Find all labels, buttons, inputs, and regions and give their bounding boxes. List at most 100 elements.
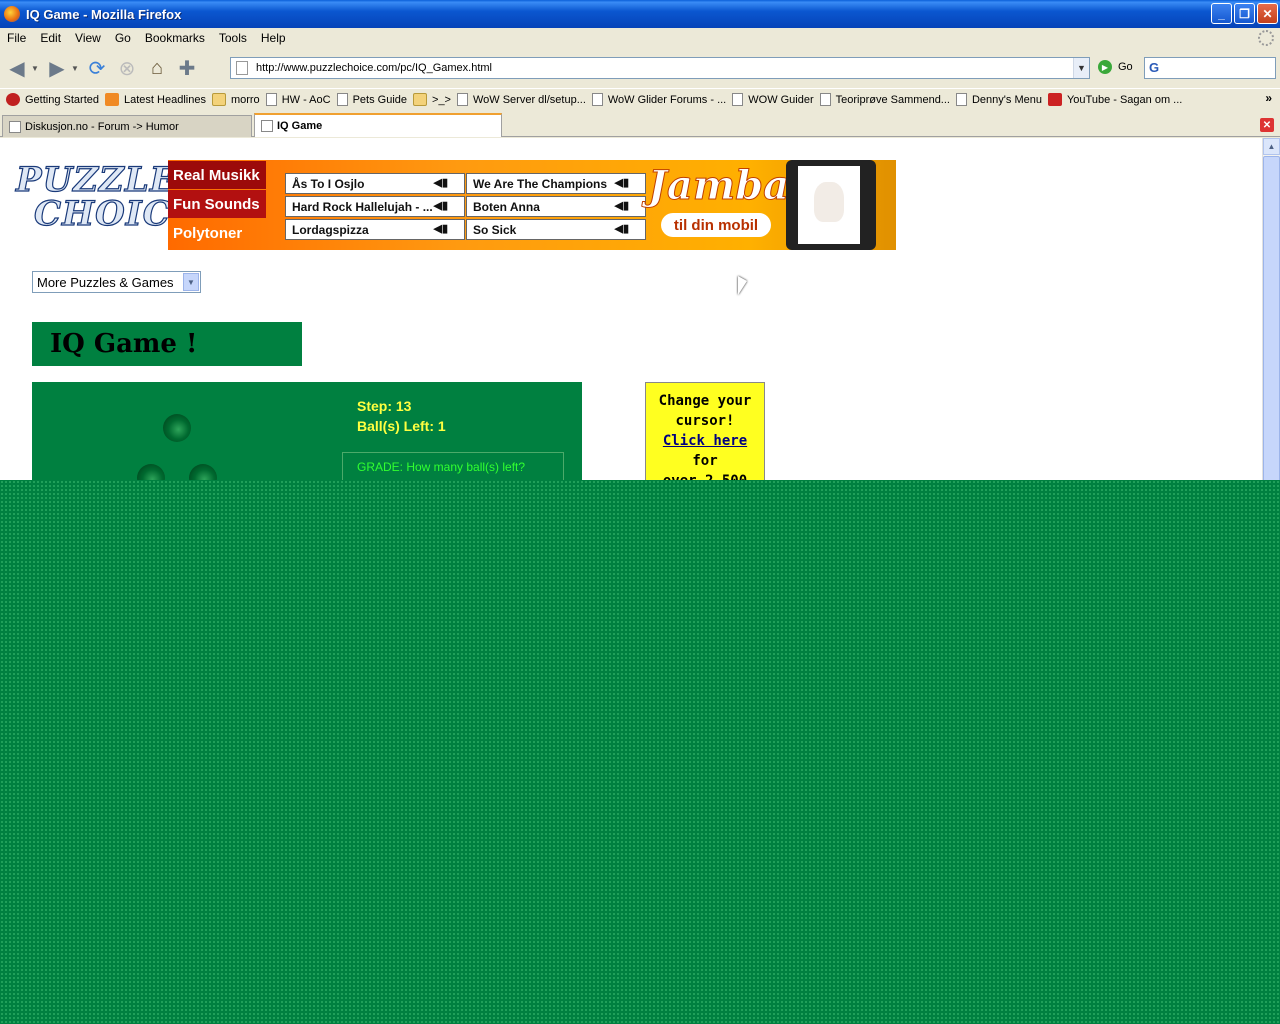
ad-song-item[interactable]: Boten Anna ◀▮ (466, 196, 646, 217)
url-text[interactable]: http://www.puzzlechoice.com/pc/IQ_Gamex.… (256, 62, 1073, 74)
menu-go[interactable]: Go (108, 31, 138, 45)
tab-diskusjon[interactable]: Diskusjon.no - Forum -> Humor (2, 115, 252, 137)
cursor-ad-box[interactable]: Change your cursor! Click here for over … (645, 382, 765, 489)
bookmark-label: WoW Server dl/setup... (472, 93, 586, 106)
home-button[interactable]: ⌂ (144, 55, 170, 81)
speaker-icon[interactable]: ◀▮ (614, 222, 629, 235)
tab-iq-game[interactable]: IQ Game (254, 113, 502, 137)
cursor-ad-line2: cursor! (675, 413, 735, 429)
jamba-ad-banner[interactable]: Real Musikk Fun Sounds Polytoner Ås To I… (168, 160, 896, 250)
ad-category-fun-sounds[interactable]: Fun Sounds (168, 190, 266, 218)
song-title: Lordagspizza (292, 222, 369, 237)
menu-edit[interactable]: Edit (33, 31, 68, 45)
speaker-icon[interactable]: ◀▮ (433, 222, 448, 235)
bookmark-label: >_> (432, 93, 451, 106)
reload-button[interactable]: ⟳ (84, 55, 110, 81)
page-icon (955, 93, 967, 106)
new-tab-button[interactable]: ✚ (174, 55, 200, 81)
close-button[interactable]: ✕ (1257, 3, 1278, 24)
ad-category-real-musikk[interactable]: Real Musikk (168, 161, 266, 189)
forward-button[interactable]: ▶ (44, 55, 70, 81)
menu-view[interactable]: View (68, 31, 108, 45)
tab-bar: Diskusjon.no - Forum -> Humor IQ Game ✕ (0, 113, 1280, 137)
menu-tools[interactable]: Tools (212, 31, 254, 45)
url-dropdown-button[interactable]: ▼ (1073, 58, 1089, 78)
bookmark-item[interactable]: YouTube - Sagan om ... (1047, 93, 1182, 106)
menu-file[interactable]: File (0, 31, 33, 45)
forward-history-dropdown[interactable]: ▼ (70, 55, 80, 81)
ad-category-polytoner[interactable]: Polytoner (168, 219, 266, 247)
page-icon (336, 93, 348, 106)
board-hole[interactable] (163, 414, 191, 442)
maximize-button[interactable]: ❐ (1234, 3, 1255, 24)
stop-button[interactable]: ⊗ (114, 55, 140, 81)
scroll-up-button[interactable]: ▲ (1263, 138, 1280, 155)
bookmark-item[interactable]: WoW Server dl/setup... (456, 93, 586, 106)
logo-line-2: CHOICE (33, 193, 198, 234)
page-icon (236, 61, 248, 75)
bookmark-item[interactable]: morro (211, 93, 260, 106)
bookmark-item[interactable]: Pets Guide (336, 93, 408, 106)
firefox-icon (4, 6, 20, 22)
grade-label: GRADE: How many ball(s) left? (357, 460, 526, 474)
search-box[interactable]: G (1144, 57, 1276, 79)
menu-help[interactable]: Help (254, 31, 293, 45)
bookmark-item[interactable]: Getting Started (6, 93, 99, 106)
step-counter: Step: 13 (357, 398, 412, 414)
page-icon (591, 93, 603, 106)
speaker-icon[interactable]: ◀▮ (433, 176, 448, 189)
bookmark-item[interactable]: Teoriprøve Sammend... (819, 93, 950, 106)
bookmark-label: morro (230, 93, 260, 106)
game-title: IQ Game ! (32, 322, 302, 366)
google-search-icon[interactable]: G (1149, 60, 1159, 75)
window-title-bar[interactable]: IQ Game - Mozilla Firefox _ ❐ ✕ (0, 0, 1280, 28)
tab-label: Diskusjon.no - Forum -> Humor (25, 120, 179, 133)
speaker-icon[interactable]: ◀▮ (614, 199, 629, 212)
song-title: We Are The Champions (473, 176, 608, 191)
song-title: Hard Rock Hallelujah - ... (292, 199, 433, 214)
menu-bookmarks[interactable]: Bookmarks (138, 31, 212, 45)
til-din-mobil-button[interactable]: til din mobil (661, 213, 771, 237)
bookmark-item[interactable]: WoW Glider Forums - ... (591, 93, 726, 106)
go-button[interactable]: ▶ Go (1098, 60, 1133, 74)
ad-song-item[interactable]: So Sick ◀▮ (466, 219, 646, 240)
mouse-cursor-icon (738, 276, 747, 295)
dog-image (814, 182, 844, 222)
back-history-dropdown[interactable]: ▼ (30, 55, 40, 81)
bookmark-item[interactable]: WOW Guider (732, 93, 814, 106)
bookmark-item[interactable]: Latest Headlines (105, 93, 206, 106)
bookmark-label: Getting Started (25, 93, 99, 106)
tab-favicon (261, 120, 273, 132)
minimize-button[interactable]: _ (1211, 3, 1232, 24)
more-puzzles-select[interactable]: More Puzzles & Games ▼ (32, 271, 201, 293)
page-icon (732, 93, 744, 106)
cursor-ad-line3: for (692, 453, 718, 469)
ad-song-item[interactable]: Ås To I Osjlo ◀▮ (285, 173, 465, 194)
speaker-icon[interactable]: ◀▮ (614, 176, 629, 189)
window-title: IQ Game - Mozilla Firefox (26, 6, 182, 22)
bookmark-label: WOW Guider (748, 93, 814, 106)
song-title: Ås To I Osjlo (292, 176, 365, 191)
back-button[interactable]: ◀ (4, 55, 30, 81)
speaker-icon[interactable]: ◀▮ (433, 199, 448, 212)
ad-song-item[interactable]: We Are The Champions ◀▮ (466, 173, 646, 194)
click-here-link[interactable]: Click here (663, 433, 747, 449)
page-icon (819, 93, 831, 106)
bookmarks-overflow-button[interactable]: » (1265, 91, 1272, 105)
address-bar[interactable]: http://www.puzzlechoice.com/pc/IQ_Gamex.… (230, 57, 1090, 79)
ad-song-item[interactable]: Hard Rock Hallelujah - ... ◀▮ (285, 196, 465, 217)
close-tab-button[interactable]: ✕ (1260, 118, 1274, 132)
jamba-logo: Jamba (647, 162, 790, 210)
bookmark-item[interactable]: Denny's Menu (955, 93, 1042, 106)
bookmark-label: Pets Guide (352, 93, 408, 106)
folder-icon (211, 93, 226, 106)
bookmark-item[interactable]: >_> (413, 93, 451, 106)
bookmark-item[interactable]: HW - AoC (265, 93, 331, 106)
bookmark-label: Teoriprøve Sammend... (835, 93, 950, 106)
scroll-thumb[interactable] (1263, 156, 1280, 536)
puzzle-choice-logo[interactable]: PUZZLE CHOICE (15, 159, 198, 240)
ad-song-item[interactable]: Lordagspizza ◀▮ (285, 219, 465, 240)
chevron-down-icon[interactable]: ▼ (183, 273, 199, 291)
bookmark-label: Denny's Menu (971, 93, 1042, 106)
throbber-icon (1258, 30, 1274, 46)
